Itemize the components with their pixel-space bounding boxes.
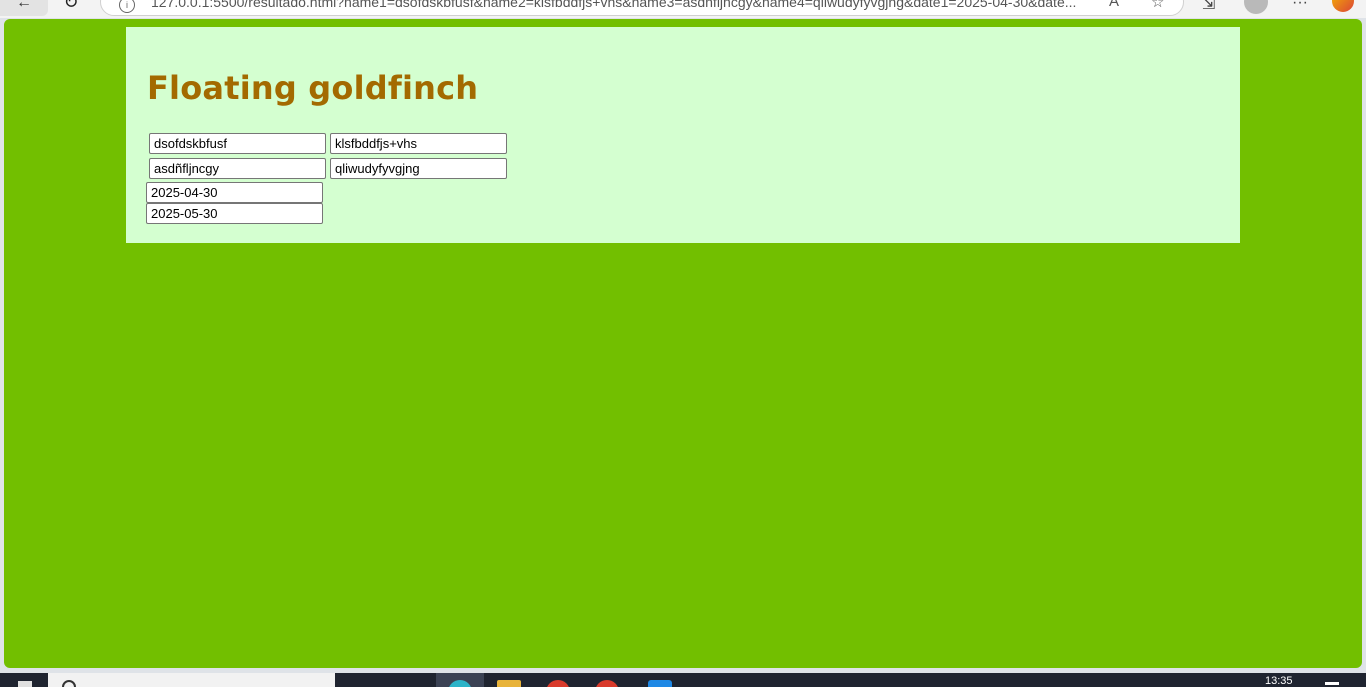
code-editor-icon[interactable] (648, 680, 672, 687)
extension-icon[interactable] (1332, 0, 1354, 12)
name4-field[interactable]: qliwudyfyvgjng (330, 158, 507, 179)
favorite-star-icon[interactable]: ☆ (1151, 0, 1164, 11)
search-icon (62, 680, 76, 687)
content-panel: Floating goldfinch dsofdskbfusf klsfbddf… (126, 27, 1240, 243)
back-arrow-icon: ← (16, 0, 32, 11)
notification-icon[interactable] (1325, 682, 1339, 685)
page-viewport: Floating goldfinch dsofdskbfusf klsfbddf… (4, 19, 1362, 668)
page-title: Floating goldfinch (147, 69, 479, 107)
taskbar: 13:35 (0, 673, 1366, 687)
app-icon-red-1[interactable] (546, 680, 570, 687)
address-bar[interactable]: i 127.0.0.1:5500/resultado.html?name1=ds… (100, 0, 1184, 16)
name1-field[interactable]: dsofdskbfusf (149, 133, 326, 154)
taskbar-clock[interactable]: 13:35 (1265, 675, 1293, 687)
browser-toolbar: ← ↻ i 127.0.0.1:5500/resultado.html?name… (0, 0, 1366, 18)
file-explorer-icon[interactable] (497, 680, 521, 687)
name2-field[interactable]: klsfbddfjs+vhs (330, 133, 507, 154)
profile-avatar[interactable] (1244, 0, 1268, 14)
read-aloud-icon[interactable]: A (1109, 0, 1119, 10)
date1-field[interactable]: 2025-04-30 (146, 182, 323, 203)
split-screen-icon[interactable]: ⇲ (1202, 0, 1215, 14)
date2-field[interactable]: 2025-05-30 (146, 203, 323, 224)
site-info-icon[interactable]: i (119, 0, 135, 13)
start-button[interactable] (18, 681, 32, 687)
more-options-icon[interactable]: ··· (1292, 0, 1308, 12)
name3-field[interactable]: asdñfljncgy (149, 158, 326, 179)
back-button[interactable]: ← (0, 0, 48, 16)
taskbar-search[interactable] (48, 673, 335, 687)
app-icon-red-2[interactable] (595, 680, 619, 687)
reload-icon[interactable]: ↻ (60, 0, 82, 14)
url-text[interactable]: 127.0.0.1:5500/resultado.html?name1=dsof… (151, 0, 1151, 10)
